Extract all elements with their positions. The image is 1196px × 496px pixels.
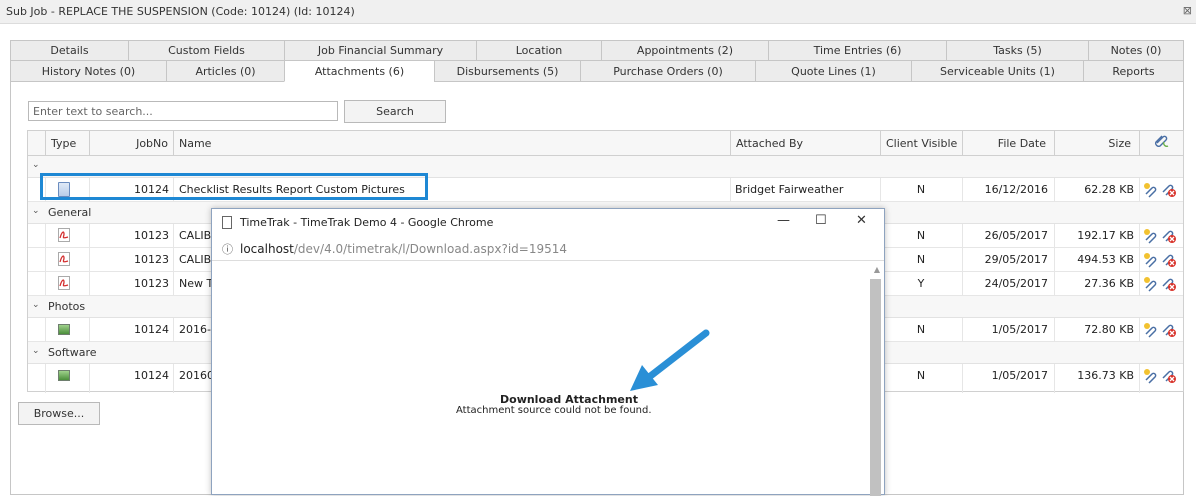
group-label: General [48, 206, 92, 219]
cell-size: 494.53 KB [1077, 253, 1134, 266]
tab-purchase-orders[interactable]: Purchase Orders (0) [580, 61, 755, 82]
cell-file-date: 1/05/2017 [991, 323, 1048, 336]
window-close-icon[interactable]: ⊠ [1183, 4, 1192, 17]
edit-link-icon[interactable] [1142, 227, 1160, 248]
tab-appointments[interactable]: Appointments (2) [601, 40, 768, 61]
cell-size: 192.17 KB [1077, 229, 1134, 242]
col-header-jobno[interactable]: JobNo [89, 131, 173, 156]
attach-link-icon[interactable] [1139, 131, 1184, 156]
window-title: Sub Job - REPLACE THE SUSPENSION (Code: … [6, 5, 355, 18]
pointer-arrow-icon [630, 329, 710, 391]
search-input[interactable] [28, 101, 338, 121]
tab-row-2: History Notes (0) Articles (0) Attachmen… [10, 61, 1184, 82]
col-header-size[interactable]: Size [1054, 131, 1139, 156]
url-text[interactable]: localhost/dev/4.0/timetrak/l/Download.as… [240, 242, 567, 256]
chevron-down-icon[interactable]: ⌄ [32, 206, 40, 216]
chevron-down-icon[interactable]: ⌄ [32, 346, 40, 356]
group-label: Photos [48, 300, 86, 313]
delete-link-icon[interactable] [1160, 181, 1178, 202]
tab-time-entries[interactable]: Time Entries (6) [768, 40, 946, 61]
tab-job-financial-summary[interactable]: Job Financial Summary [284, 40, 476, 61]
col-header-type[interactable]: Type [45, 131, 89, 156]
cell-jobno: 10123 [134, 229, 169, 242]
cell-client-visible: N [916, 253, 926, 266]
tab-serviceable-units[interactable]: Serviceable Units (1) [911, 61, 1083, 82]
minimize-icon[interactable]: — [777, 213, 790, 228]
cell-client-visible: Y [917, 277, 925, 290]
cell-file-date: 26/05/2017 [984, 229, 1048, 242]
cell-jobno: 10124 [134, 323, 169, 336]
close-icon[interactable]: ✕ [856, 213, 867, 228]
tab-history-notes[interactable]: History Notes (0) [10, 61, 166, 82]
tab-quote-lines[interactable]: Quote Lines (1) [755, 61, 911, 82]
cell-file-date: 29/05/2017 [984, 253, 1048, 266]
delete-link-icon[interactable] [1160, 227, 1178, 248]
cell-size: 72.80 KB [1084, 323, 1134, 336]
tab-custom-fields[interactable]: Custom Fields [128, 40, 284, 61]
chrome-popup-window: TimeTrak - TimeTrak Demo 4 - Google Chro… [211, 208, 885, 496]
cell-size: 27.36 KB [1084, 277, 1134, 290]
popup-title: TimeTrak - TimeTrak Demo 4 - Google Chro… [240, 216, 494, 229]
edit-link-icon[interactable] [1142, 251, 1160, 272]
tab-notes[interactable]: Notes (0) [1088, 40, 1184, 61]
tab-tasks[interactable]: Tasks (5) [946, 40, 1088, 61]
highlight-box [40, 173, 428, 200]
cell-jobno: 10124 [134, 369, 169, 382]
delete-link-icon[interactable] [1160, 367, 1178, 388]
col-header-name[interactable]: Name [173, 131, 730, 156]
edit-link-icon[interactable] [1142, 275, 1160, 296]
scrollbar[interactable] [870, 279, 881, 496]
cell-file-date: 1/05/2017 [991, 369, 1048, 382]
edit-link-icon[interactable] [1142, 367, 1160, 388]
info-icon[interactable]: ⓘ [222, 241, 233, 257]
edit-link-icon[interactable] [1142, 321, 1160, 342]
grid-header: Type JobNo Name Attached By Client Visib… [28, 131, 1183, 156]
chevron-down-icon[interactable]: ⌄ [32, 160, 40, 170]
cell-file-date: 16/12/2016 [984, 183, 1048, 196]
tab-location[interactable]: Location [476, 40, 601, 61]
pdf-icon [58, 228, 70, 242]
delete-link-icon[interactable] [1160, 275, 1178, 296]
col-header-file-date[interactable]: File Date [962, 131, 1054, 156]
tab-row-1: Details Custom Fields Job Financial Summ… [10, 40, 1184, 61]
tab-articles[interactable]: Articles (0) [166, 61, 284, 82]
window-titlebar: Sub Job - REPLACE THE SUSPENSION (Code: … [0, 0, 1196, 24]
tab-strip: Details Custom Fields Job Financial Summ… [10, 40, 1184, 82]
browse-button[interactable]: Browse... [18, 402, 100, 425]
chevron-down-icon[interactable]: ⌄ [32, 300, 40, 310]
search-button[interactable]: Search [344, 100, 446, 123]
delete-link-icon[interactable] [1160, 321, 1178, 342]
tab-disbursements[interactable]: Disbursements (5) [434, 61, 580, 82]
col-header-client-visible[interactable]: Client Visible [880, 131, 962, 156]
page-icon [222, 216, 232, 229]
pdf-icon [58, 276, 70, 290]
scroll-up-arrow-icon[interactable]: ▲ [874, 265, 880, 274]
tab-reports[interactable]: Reports [1083, 61, 1184, 82]
cell-jobno: 10123 [134, 277, 169, 290]
delete-link-icon[interactable] [1160, 251, 1178, 272]
tab-attachments[interactable]: Attachments (6) [284, 61, 434, 82]
address-bar[interactable]: ⓘ localhost/dev/4.0/timetrak/l/Download.… [212, 237, 884, 261]
popup-titlebar: TimeTrak - TimeTrak Demo 4 - Google Chro… [212, 209, 884, 237]
group-label: Software [48, 346, 97, 359]
download-message: Attachment source could not be found. [456, 405, 652, 416]
cell-client-visible: N [916, 323, 926, 336]
cell-file-date: 24/05/2017 [984, 277, 1048, 290]
cell-size: 136.73 KB [1077, 369, 1134, 382]
image-icon [58, 370, 70, 381]
cell-client-visible: N [916, 229, 926, 242]
image-icon [58, 324, 70, 335]
col-header-attached-by[interactable]: Attached By [730, 131, 880, 156]
cell-jobno: 10123 [134, 253, 169, 266]
cell-client-visible: N [916, 369, 926, 382]
tab-details[interactable]: Details [10, 40, 128, 61]
maximize-icon[interactable]: ☐ [815, 213, 827, 228]
pdf-icon [58, 252, 70, 266]
cell-attached-by: Bridget Fairweather [735, 183, 844, 196]
cell-size: 62.28 KB [1084, 183, 1134, 196]
edit-link-icon[interactable] [1142, 181, 1160, 202]
cell-client-visible: N [916, 183, 926, 196]
